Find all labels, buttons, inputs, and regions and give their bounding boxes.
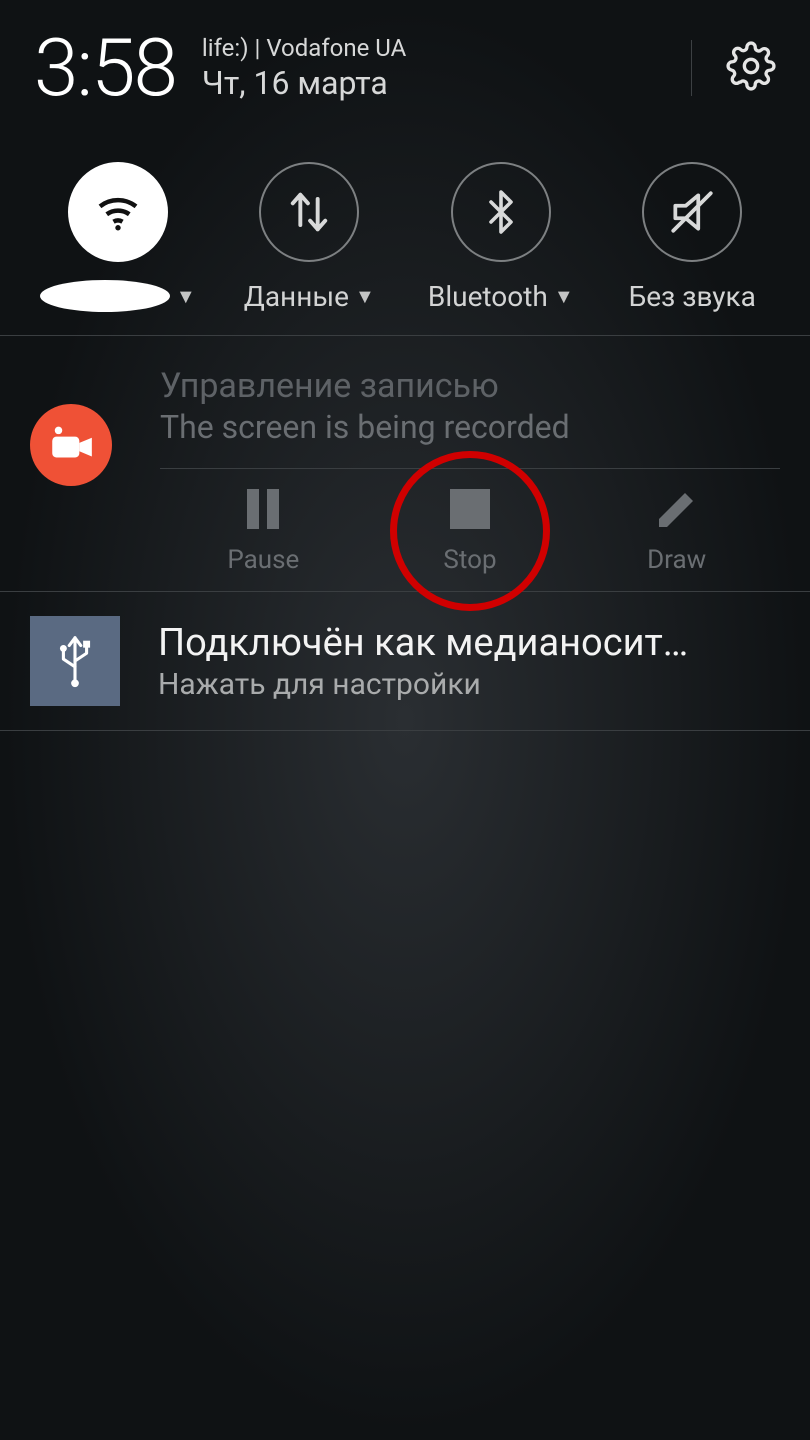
pencil-icon: [653, 483, 701, 535]
qs-wifi[interactable]: ▼: [23, 162, 213, 313]
bluetooth-label[interactable]: Bluetooth ▼: [428, 280, 574, 313]
wifi-toggle[interactable]: [68, 162, 168, 262]
header-divider: [691, 40, 692, 96]
quick-settings-row: ▼ Данные ▼ Bluetooth ▼: [0, 126, 810, 336]
usb-icon: [51, 632, 99, 690]
header-meta: life:) | Vodafone UA Чт, 16 марта: [202, 34, 406, 102]
stop-icon: [448, 483, 492, 535]
recorder-separator: [160, 468, 780, 469]
pause-icon: [243, 483, 283, 535]
stop-button[interactable]: Stop: [390, 483, 550, 575]
stop-label: Stop: [443, 545, 496, 575]
chevron-down-icon: ▼: [176, 284, 196, 309]
bluetooth-toggle[interactable]: [451, 162, 551, 262]
status-header: 3:58 life:) | Vodafone UA Чт, 16 марта: [0, 0, 810, 126]
recorder-actions: Pause Stop Draw: [160, 483, 780, 575]
qs-bluetooth[interactable]: Bluetooth ▼: [406, 162, 596, 313]
qs-mute[interactable]: Без звука: [597, 162, 787, 313]
usb-app-icon: [30, 616, 120, 706]
wifi-icon: [91, 185, 145, 239]
draw-button[interactable]: Draw: [597, 483, 757, 575]
chevron-down-icon: ▼: [554, 284, 574, 309]
mute-icon: [667, 187, 717, 237]
data-arrows-icon: [283, 186, 335, 238]
pause-label: Pause: [227, 545, 299, 575]
recorder-app-icon: [30, 404, 112, 486]
usb-subtitle: Нажать для настройки: [158, 667, 688, 702]
recorder-subtitle: The screen is being recorded: [160, 408, 780, 446]
recorder-title: Управление записью: [160, 366, 780, 406]
camera-icon: [46, 420, 96, 470]
gear-icon: [726, 41, 776, 91]
notification-usb[interactable]: Подключён как медианосит… Нажать для нас…: [0, 592, 810, 731]
draw-label: Draw: [647, 545, 706, 575]
wifi-network-redacted: [40, 280, 170, 312]
mute-label[interactable]: Без звука: [629, 280, 756, 313]
settings-button[interactable]: [722, 37, 780, 99]
usb-title: Подключён как медианосит…: [158, 621, 688, 665]
chevron-down-icon: ▼: [355, 284, 375, 309]
qs-data[interactable]: Данные ▼: [214, 162, 404, 313]
carrier-text: life:) | Vodafone UA: [202, 34, 406, 62]
wifi-label[interactable]: ▼: [40, 280, 196, 312]
data-toggle[interactable]: [259, 162, 359, 262]
date-text: Чт, 16 марта: [202, 64, 406, 102]
notification-screen-recorder[interactable]: Управление записью The screen is being r…: [0, 336, 810, 592]
bluetooth-icon: [477, 188, 525, 236]
mute-toggle[interactable]: [642, 162, 742, 262]
data-label[interactable]: Данные ▼: [244, 280, 375, 313]
clock-time: 3:58: [34, 28, 176, 108]
pause-button[interactable]: Pause: [183, 483, 343, 575]
